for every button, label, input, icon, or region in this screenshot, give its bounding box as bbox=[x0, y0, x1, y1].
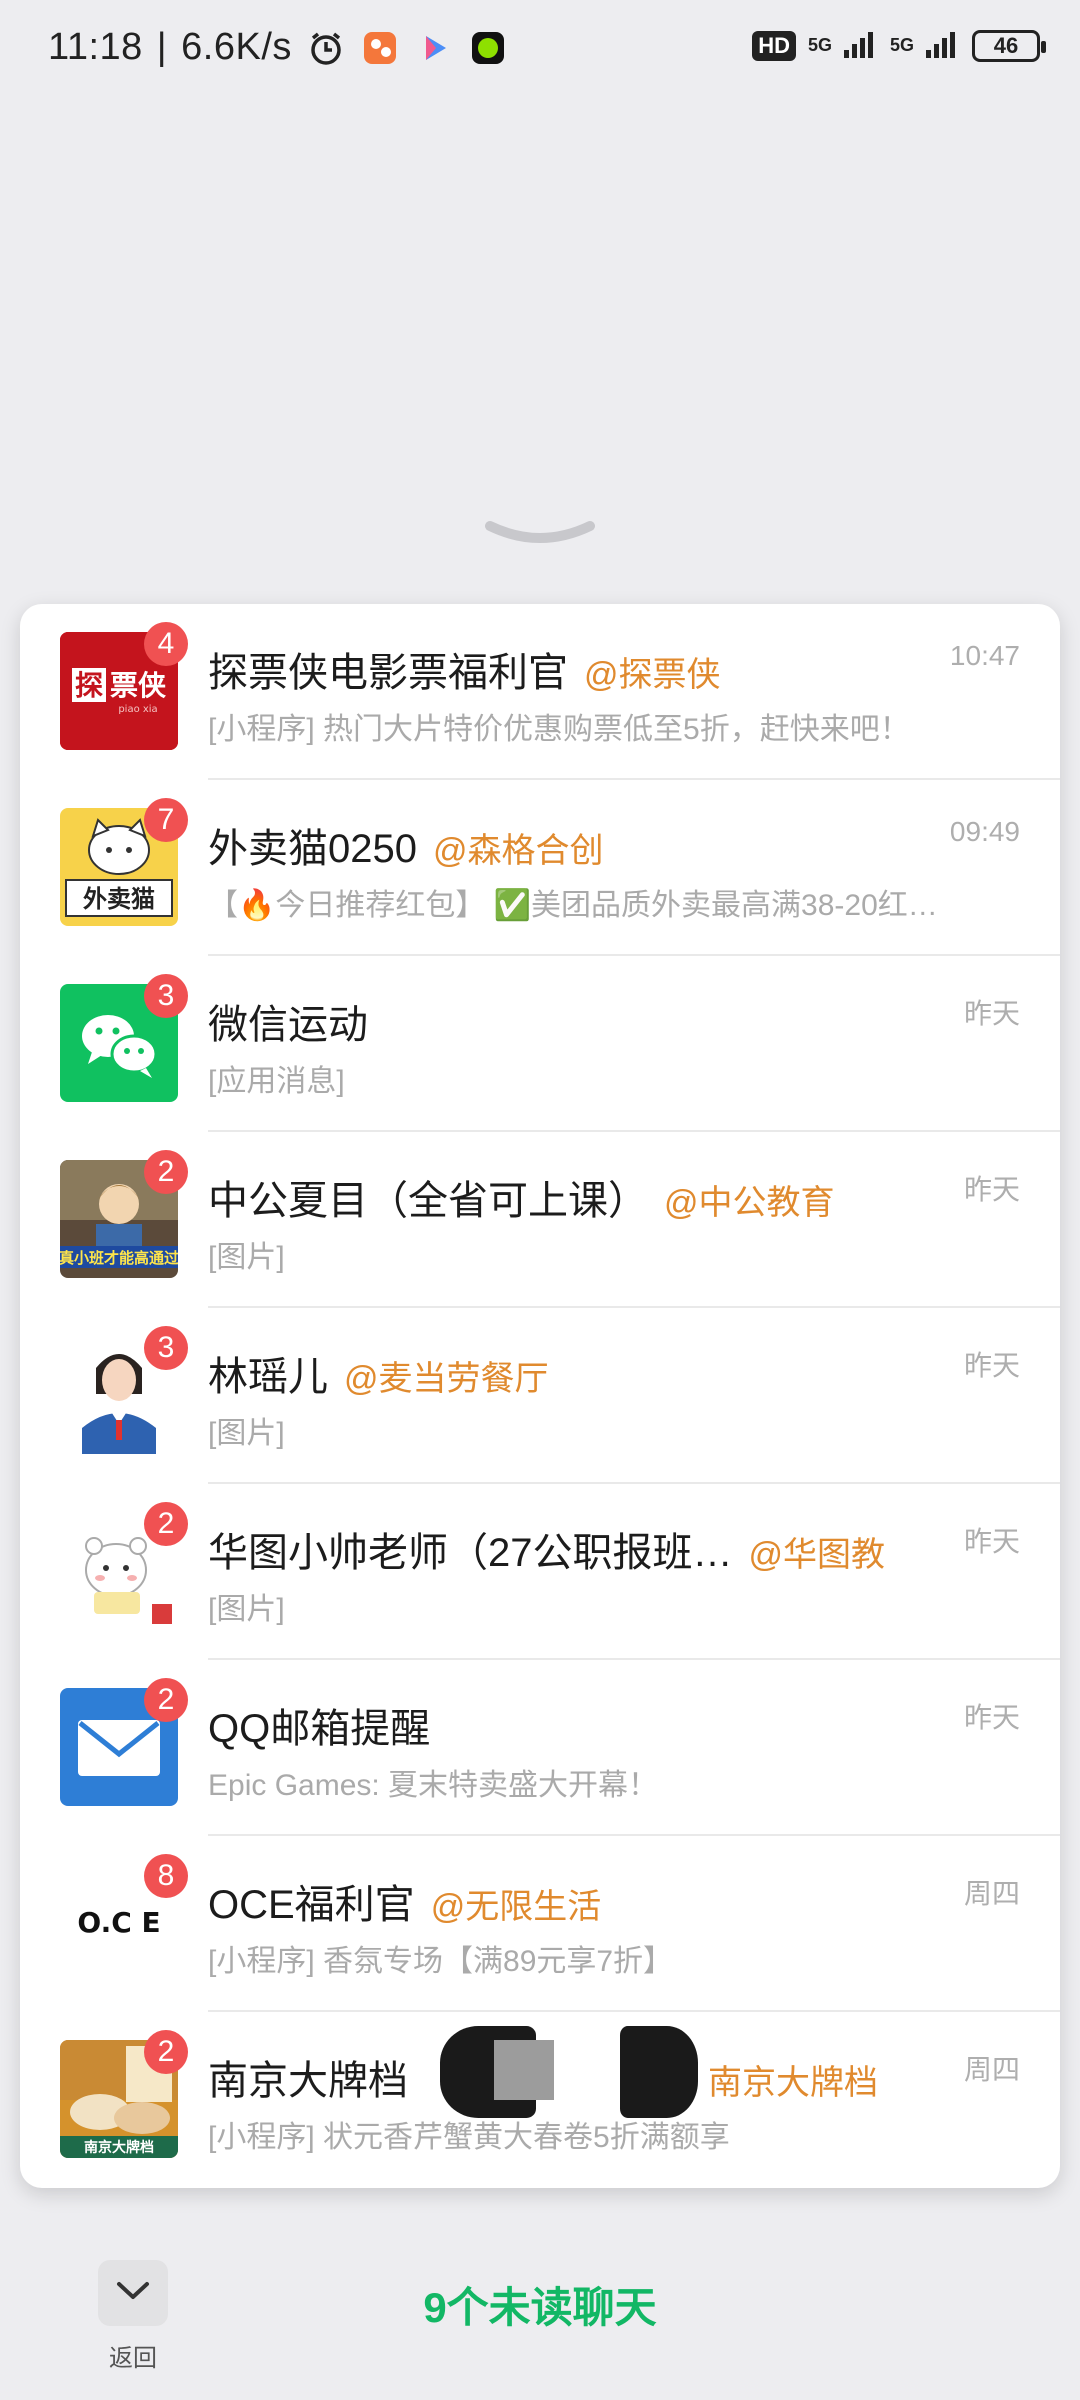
status-right: HD 5G 5G 46 bbox=[752, 28, 1046, 63]
chat-title-line: QQ邮箱提醒 bbox=[208, 1696, 960, 1754]
video-app-icon bbox=[414, 28, 454, 68]
unread-badge: 2 bbox=[144, 1502, 188, 1546]
app-notification-icon bbox=[360, 28, 400, 68]
chat-preview: [小程序] 热门大片特价优惠购票低至5折，赶快来吧！ bbox=[208, 713, 910, 746]
chat-preview: 【🔥今日推荐红包】 ✅美团品质外卖最高满38-20红… bbox=[208, 889, 938, 922]
chat-title: OCE福利官 bbox=[208, 1883, 415, 1927]
chat-row[interactable]: 南京大牌档 2 南京大牌档 南京大牌档 周四 [小程序] 状元香芹蟹黄大春卷5折… bbox=[20, 2012, 1060, 2188]
network-label-1: 5G bbox=[807, 35, 832, 55]
chat-row[interactable]: 真小班才能高通过 2 中公夏目（全省可上课） @中公教育 昨天 [图片] bbox=[20, 1132, 1060, 1308]
chat-title-line: 探票侠电影票福利官 @探票侠 bbox=[208, 640, 960, 698]
battery-indicator: 46 bbox=[972, 29, 1046, 62]
unread-badge: 3 bbox=[144, 974, 188, 1018]
screen: 11:18 | 6.6K/s HD 5G 5G 46 探 票侠 piao xia… bbox=[0, 0, 1080, 2400]
back-label: 返回 bbox=[109, 2345, 157, 2372]
chat-title: QQ邮箱提醒 bbox=[208, 1707, 431, 1751]
chat-time: 昨天 bbox=[963, 998, 1020, 1029]
chat-time: 09:49 bbox=[949, 816, 1020, 847]
status-left: 11:18 | 6.6K/s bbox=[48, 26, 508, 69]
chat-time: 周四 bbox=[963, 2054, 1020, 2085]
chat-title-line: 外卖猫0250 @森格合创 bbox=[208, 816, 960, 874]
network-label-2: 5G bbox=[889, 35, 914, 55]
chat-title-line: 林瑶儿 @麦当劳餐厅 bbox=[208, 1344, 960, 1402]
unread-badge: 8 bbox=[144, 1854, 188, 1898]
svg-text:真小班才能高通过: 真小班才能高通过 bbox=[60, 1249, 178, 1267]
chat-org: @麦当劳餐厅 bbox=[344, 1360, 549, 1398]
chat-preview: [图片] bbox=[208, 1417, 285, 1450]
chat-org: @探票侠 bbox=[584, 656, 721, 694]
chat-title: 华图小帅老师（27公职报班… bbox=[208, 1531, 733, 1575]
chat-org: @华图教 bbox=[748, 1536, 886, 1574]
bottom-bar: 返回 9个未读聊天 bbox=[0, 2188, 1080, 2400]
unread-badge: 2 bbox=[144, 2030, 188, 2074]
unread-badge: 3 bbox=[144, 1326, 188, 1370]
chat-time: 昨天 bbox=[963, 1174, 1020, 1205]
chat-title-line: OCE福利官 @无限生活 bbox=[208, 1872, 960, 1930]
status-bar: 11:18 | 6.6K/s HD 5G 5G 46 bbox=[0, 0, 1080, 100]
status-time: 11:18 bbox=[48, 26, 143, 68]
alarm-icon bbox=[306, 28, 346, 68]
chat-time: 昨天 bbox=[963, 1702, 1020, 1733]
chat-time: 昨天 bbox=[963, 1350, 1020, 1381]
chat-title-line: 南京大牌档 南京大牌档 bbox=[208, 2048, 960, 2106]
chat-org: @中公教育 bbox=[664, 1184, 835, 1222]
chat-row[interactable]: 3 微信运动 昨天 [应用消息] bbox=[20, 956, 1060, 1132]
unread-badge: 4 bbox=[144, 622, 188, 666]
unread-chat-panel: 探 票侠 piao xia 4 探票侠电影票福利官 @探票侠 10:47 [小程… bbox=[20, 604, 1060, 2188]
chat-preview: [图片] bbox=[208, 1241, 285, 1274]
status-separator: | bbox=[156, 26, 168, 68]
svg-text:外卖猫: 外卖猫 bbox=[83, 885, 155, 913]
chat-row[interactable]: 探 票侠 piao xia 4 探票侠电影票福利官 @探票侠 10:47 [小程… bbox=[20, 604, 1060, 780]
chat-title: 探票侠电影票福利官 bbox=[208, 651, 568, 695]
svg-text:O.C E: O.C E bbox=[77, 1906, 160, 1939]
chat-title-line: 中公夏目（全省可上课） @中公教育 bbox=[208, 1168, 960, 1226]
chat-preview: Epic Games: 夏末特卖盛大开幕！ bbox=[208, 1769, 659, 1802]
hd-badge: HD bbox=[752, 30, 796, 61]
unread-badge: 2 bbox=[144, 1150, 188, 1194]
status-speed: 6.6K/s bbox=[181, 26, 292, 68]
svg-text:piao xia: piao xia bbox=[118, 704, 157, 715]
chat-preview: [应用消息] bbox=[208, 1065, 345, 1098]
chat-title: 微信运动 bbox=[208, 1003, 368, 1047]
chat-time: 昨天 bbox=[963, 1526, 1020, 1557]
chat-title: 外卖猫0250 bbox=[208, 827, 417, 871]
chat-title: 南京大牌档 bbox=[208, 2059, 408, 2103]
unread-badge: 2 bbox=[144, 1678, 188, 1722]
chat-row[interactable]: 2 华图小帅老师（27公职报班… @华图教 昨天 [图片] bbox=[20, 1484, 1060, 1660]
svg-text:票侠: 票侠 bbox=[110, 669, 167, 702]
collapse-handle-icon[interactable] bbox=[484, 516, 596, 556]
chat-org: @无限生活 bbox=[430, 1888, 602, 1926]
chat-preview: [图片] bbox=[208, 1593, 285, 1626]
chat-title: 林瑶儿 bbox=[208, 1355, 328, 1399]
chat-title: 中公夏目（全省可上课） bbox=[208, 1179, 648, 1223]
redaction-block bbox=[620, 2026, 698, 2118]
chat-row[interactable]: 2 QQ邮箱提醒 昨天 Epic Games: 夏末特卖盛大开幕！ bbox=[20, 1660, 1060, 1836]
signal-icon-2 bbox=[926, 28, 960, 63]
chat-title-line: 华图小帅老师（27公职报班… @华图教 bbox=[208, 1520, 960, 1578]
unread-count-label: 9个未读聊天 bbox=[423, 2284, 657, 2331]
chat-org: @森格合创 bbox=[432, 832, 604, 870]
dot-app-icon bbox=[468, 28, 508, 68]
redaction-block bbox=[494, 2040, 554, 2100]
chat-row[interactable]: 外卖猫 7 外卖猫0250 @森格合创 09:49 【🔥今日推荐红包】 ✅美团品… bbox=[20, 780, 1060, 956]
chat-org: 南京大牌档 bbox=[708, 2064, 878, 2102]
unread-badge: 7 bbox=[144, 798, 188, 842]
chat-time: 周四 bbox=[963, 1878, 1020, 1909]
chat-preview: [小程序] 状元香芹蟹黄大春卷5折满额享 bbox=[208, 2121, 730, 2154]
signal-icon bbox=[843, 28, 878, 63]
svg-text:探: 探 bbox=[75, 669, 103, 702]
svg-text:南京大牌档: 南京大牌档 bbox=[84, 2139, 154, 2156]
chat-title-line: 微信运动 bbox=[208, 992, 960, 1050]
chat-row[interactable]: 3 林瑶儿 @麦当劳餐厅 昨天 [图片] bbox=[20, 1308, 1060, 1484]
chat-time: 10:47 bbox=[949, 640, 1020, 671]
chat-preview: [小程序] 香氛专场【满89元享7折】 bbox=[208, 1945, 674, 1978]
chat-row[interactable]: O.C E 8 OCE福利官 @无限生活 周四 [小程序] 香氛专场【满89元享… bbox=[20, 1836, 1060, 2012]
